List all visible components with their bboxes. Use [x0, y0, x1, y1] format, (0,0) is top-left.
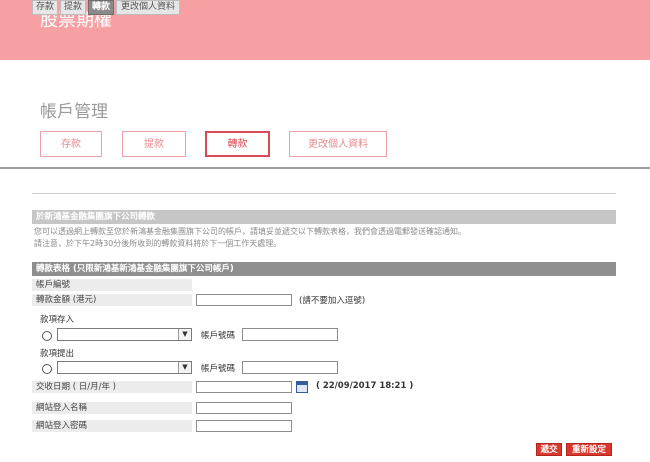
- login-name-input[interactable]: [196, 402, 292, 414]
- tab-transfer[interactable]: 轉款: [205, 131, 270, 157]
- subtab-withdraw[interactable]: 提款: [60, 0, 86, 15]
- submit-button[interactable]: 遞交: [536, 443, 562, 456]
- section-divider: [0, 167, 650, 169]
- deposit-label: 款項存入: [40, 315, 75, 325]
- login-name-label: 網站登入名稱: [32, 402, 192, 414]
- withdraw-label: 款項提出: [40, 349, 75, 359]
- login-password-label: 網站登入密碼: [32, 420, 192, 432]
- subtab-update-profile[interactable]: 更改個人資料: [116, 0, 180, 15]
- settlement-date-hint: ( 22/09/2017 18:21 ): [316, 381, 414, 391]
- deposit-radio[interactable]: [42, 331, 52, 341]
- withdraw-company-select[interactable]: ▼: [57, 361, 192, 374]
- reset-button[interactable]: 重新設定: [566, 443, 612, 456]
- tab-withdraw[interactable]: 提款: [122, 131, 186, 157]
- amount-hint: (請不要加入逗號): [299, 296, 366, 306]
- account-no-label: 帳戶編號: [32, 279, 192, 291]
- notice-line-1: 您可以透過網上轉款至您於新鴻基金融集團旗下公司的帳戶，請填妥並遞交以下轉款表格，…: [34, 227, 466, 236]
- notice-body: 您可以透過網上轉款至您於新鴻基金融集團旗下公司的帳戶，請填妥並遞交以下轉款表格，…: [34, 226, 614, 250]
- withdraw-account-number-label: 帳戶號碼: [201, 364, 236, 374]
- tab-deposit[interactable]: 存款: [40, 131, 102, 157]
- subtab-deposit[interactable]: 存款: [32, 0, 58, 15]
- deposit-account-number-input[interactable]: [242, 328, 338, 341]
- deposit-account-number-label: 帳戶號碼: [201, 331, 236, 341]
- notice-line-2: 請注意，於下午2時30分後所收到的轉款資料將於下一個工作天處理。: [34, 239, 282, 248]
- form-title: 轉款表格 (只限新鴻基新鴻基金融集團旗下公司帳戶): [32, 262, 616, 276]
- notice-title: 於新鴻基金融集團旗下公司轉款: [32, 210, 616, 224]
- chevron-down-icon: ▼: [178, 329, 191, 340]
- tab-update-profile[interactable]: 更改個人資料: [289, 131, 387, 157]
- amount-label: 轉款金額 (港元): [32, 294, 192, 306]
- chevron-down-icon: ▼: [178, 362, 191, 373]
- settlement-date-input[interactable]: [196, 381, 292, 393]
- login-password-input[interactable]: [196, 420, 292, 432]
- calendar-icon[interactable]: [296, 381, 308, 393]
- withdraw-radio[interactable]: [42, 364, 52, 374]
- subtab-transfer[interactable]: 轉款: [88, 0, 114, 15]
- withdraw-account-number-input[interactable]: [242, 361, 338, 374]
- tabs-rule: [32, 193, 616, 194]
- amount-input[interactable]: [196, 294, 292, 306]
- settlement-date-label: 交收日期 ( 日/月/年 ): [32, 381, 192, 393]
- page-title: 帳戶管理: [40, 102, 108, 122]
- deposit-company-select[interactable]: ▼: [57, 328, 192, 341]
